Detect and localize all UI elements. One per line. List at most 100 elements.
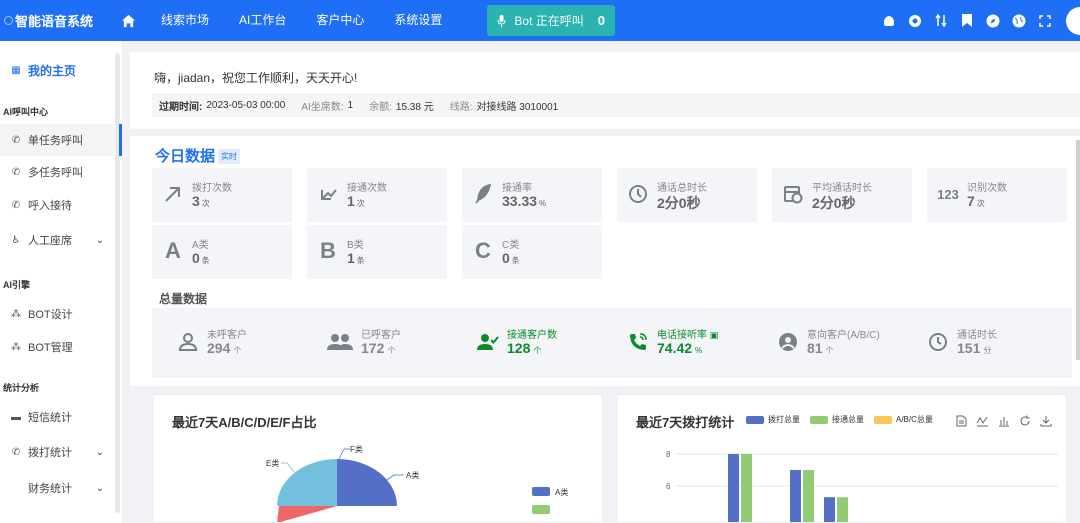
- globe-icon[interactable]: [1012, 14, 1026, 28]
- share-nodes-icon: ⁂: [11, 308, 21, 320]
- sidebar-item-label: 财务统计: [28, 483, 72, 495]
- pie-chart: F类 E类 A类 A类: [266, 444, 568, 522]
- fullscreen-icon[interactable]: [1038, 14, 1052, 28]
- home-button[interactable]: [110, 14, 146, 28]
- sidebar-item-single-task[interactable]: ✆ 单任务呼叫: [0, 124, 116, 156]
- chevron-down-icon: ⌄: [95, 482, 104, 494]
- line-value: 对接线路 3010001: [476, 101, 559, 113]
- top-nav-bar: 智能语音系统 线索市场 AI工作台 客户中心 系统设置 Bot 正在呼叫 0: [0, 0, 1080, 41]
- stat-recognize-count: 123 识别次数 7次: [927, 168, 1067, 222]
- pie-label-a: A类: [406, 470, 419, 480]
- bar-0-1[interactable]: [790, 470, 801, 523]
- seats-label: AI坐席数:: [301, 101, 344, 113]
- phone-forward-icon: ✆: [11, 166, 21, 178]
- bar-1-1[interactable]: [803, 470, 814, 523]
- person-check-icon: [477, 330, 499, 354]
- total-label: 接通客户数: [507, 330, 557, 341]
- stat-dial-count: 拨打次数 3次: [152, 168, 292, 222]
- sidebar-item-finance-stats[interactable]: 财务统计 ⌄: [0, 479, 116, 497]
- nav-system-settings[interactable]: 系统设置: [379, 0, 457, 41]
- sidebar-section-ai-engine: AI引擎: [3, 280, 31, 290]
- greeting-text: 嗨，jiadan，祝您工作顺利，天天开心!: [154, 71, 358, 85]
- swap-vertical-icon[interactable]: [934, 14, 948, 28]
- app-title: 智能语音系统: [15, 14, 94, 29]
- sidebar-item-label: 单任务呼叫: [28, 135, 83, 147]
- stat-label: 接通次数: [347, 183, 387, 194]
- sidebar-item-bot-manage[interactable]: ⁂ BOT管理: [0, 338, 116, 356]
- nav-leads-market[interactable]: 线索市场: [146, 0, 224, 41]
- home-icon: [121, 14, 135, 27]
- sidebar-item-sms-stats[interactable]: ▬ 短信统计: [0, 408, 116, 426]
- people-icon: [327, 330, 353, 354]
- realtime-badge: 实时: [218, 149, 240, 164]
- total-value: 81 个: [807, 340, 834, 356]
- stat-value: 1次: [347, 193, 365, 209]
- main-nav: 线索市场 AI工作台 客户中心 系统设置: [146, 0, 457, 41]
- bot-call-count: 0: [597, 13, 605, 28]
- stat-label: 识别次数: [967, 183, 1007, 194]
- calendar-icon: ▣: [709, 330, 719, 340]
- bar-0-0[interactable]: [728, 454, 739, 523]
- numbers-icon: 123: [937, 186, 959, 202]
- android-icon[interactable]: [882, 14, 896, 28]
- totals-title: 总量数据: [159, 292, 208, 306]
- totals-panel: 未呼客户 294 个 已呼客户 172 个 接通客户数 128 个 电话接听率 ▣ 7…: [152, 308, 1072, 378]
- bar-series-group: [728, 454, 848, 523]
- main-scrollbar[interactable]: [1076, 140, 1080, 360]
- stat-label: 接通率: [502, 183, 532, 194]
- feather-icon: [472, 181, 494, 207]
- sidebar-item-label: 呼入接待: [28, 200, 72, 212]
- sidebar-item-label: BOT管理: [28, 342, 73, 354]
- sidebar-item-home[interactable]: ▦ 我的主页: [0, 61, 116, 79]
- pie-label-f: F类: [350, 444, 363, 454]
- bar-1-2[interactable]: [837, 497, 848, 523]
- sidebar-item-bot-design[interactable]: ⁂ BOT设计: [0, 305, 116, 323]
- clock-icon: [627, 181, 649, 207]
- pie-label-e: E类: [266, 458, 279, 468]
- bar-0-2[interactable]: [824, 497, 835, 523]
- total-value: 294 个: [207, 340, 242, 356]
- bot-status-label: Bot 正在呼叫: [514, 14, 584, 28]
- bar-chart-card: 最近7天拨打统计 拨打总量 接通总量 A/B/C总量 8 6: [617, 394, 1067, 523]
- sidebar-item-multi-task[interactable]: ✆ 多任务呼叫: [0, 163, 116, 181]
- sidebar-section-stats: 统计分析: [3, 383, 40, 393]
- phone-stats-icon: ✆: [11, 446, 21, 458]
- pie-label-line-f: [338, 448, 345, 460]
- phone-icon: ✆: [11, 134, 21, 146]
- stat-value: 0条: [192, 250, 210, 266]
- sidebar-item-inbound[interactable]: ✆ 呼入接待: [0, 196, 116, 214]
- sidebar-item-dial-stats[interactable]: ✆ 拨打统计 ⌄: [0, 443, 116, 461]
- stat-label: A类: [192, 240, 209, 251]
- greeting-card: 嗨，jiadan，祝您工作顺利，天天开心! 过期时间: 2023-05-03 0…: [130, 52, 1080, 129]
- letter-b-icon: B: [320, 238, 336, 263]
- nav-ai-workbench[interactable]: AI工作台: [224, 0, 301, 41]
- stat-connect-rate: 接通率 33.33%: [462, 168, 602, 222]
- bot-calling-button[interactable]: Bot 正在呼叫 0: [487, 5, 615, 36]
- sidebar-item-manual-seat[interactable]: ♿ 人工座席 ⌄: [0, 231, 116, 249]
- sidebar-item-label: BOT设计: [28, 309, 73, 321]
- total-value: 172 个: [361, 340, 396, 356]
- bar-chart: 8 6: [666, 450, 1058, 523]
- microphone-icon: [497, 14, 506, 27]
- total-label: 电话接听率 ▣: [657, 330, 719, 341]
- balance-label: 余额:: [369, 101, 392, 113]
- phone-incoming-icon: ✆: [11, 199, 21, 211]
- sidebar-item-label: 多任务呼叫: [28, 167, 83, 179]
- aperture-icon[interactable]: [908, 14, 922, 28]
- app-brand[interactable]: 智能语音系统: [0, 11, 110, 30]
- y-tick-8: 8: [666, 450, 671, 459]
- compass-icon[interactable]: [986, 14, 1000, 28]
- person-icon: [177, 330, 199, 354]
- user-avatar[interactable]: [1066, 6, 1080, 35]
- bar-1-0[interactable]: [741, 454, 752, 523]
- letter-c-icon: C: [475, 238, 491, 263]
- stat-class-a: A A类 0条: [152, 225, 292, 279]
- bookmark-icon[interactable]: [960, 14, 974, 28]
- pie-chart-card: 最近7天A/B/C/D/E/F占比 F类 E类 A类 A类: [153, 394, 603, 523]
- logo-icon: [4, 16, 13, 25]
- phone-icon: [627, 330, 649, 354]
- total-label: 已呼客户: [361, 330, 401, 341]
- stat-label: B类: [347, 240, 364, 251]
- nav-customer-center[interactable]: 客户中心: [301, 0, 379, 41]
- pie-slice-a: [337, 459, 397, 506]
